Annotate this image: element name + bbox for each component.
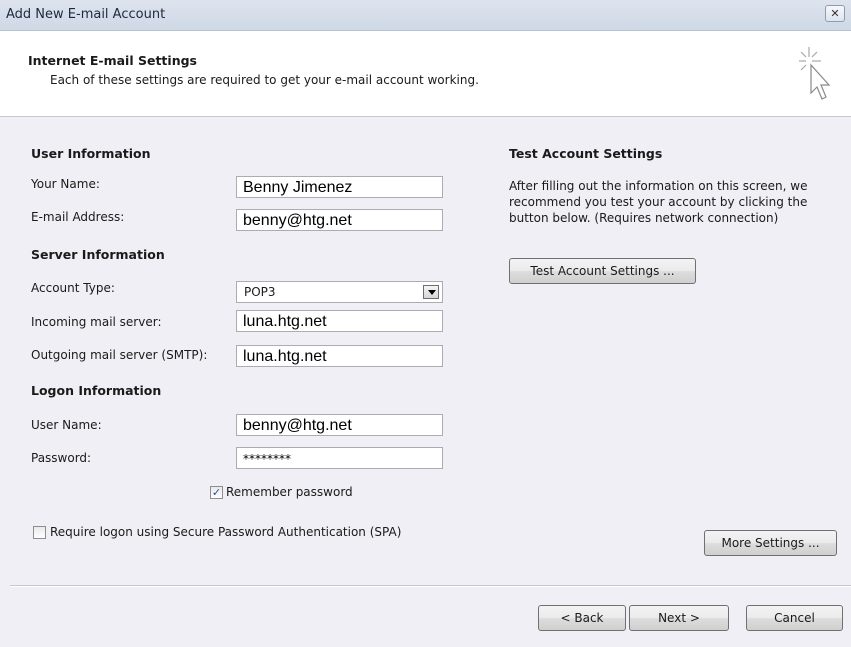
password-field[interactable]: ********: [236, 447, 443, 469]
account-type-select[interactable]: POP3: [236, 281, 443, 303]
incoming-server-field[interactable]: luna.htg.net: [236, 310, 443, 332]
your-name-label: Your Name:: [31, 177, 100, 191]
dropdown-arrow-icon[interactable]: [423, 285, 439, 299]
close-button[interactable]: ✕: [825, 5, 845, 22]
outgoing-server-label: Outgoing mail server (SMTP):: [31, 348, 208, 362]
email-label: E-mail Address:: [31, 210, 125, 224]
footer-divider-highlight: [10, 586, 851, 587]
title-bar: Add New E-mail Account ✕: [0, 0, 851, 31]
next-button[interactable]: Next >: [629, 605, 729, 631]
logon-info-heading: Logon Information: [31, 383, 162, 398]
user-info-heading: User Information: [31, 146, 151, 161]
spa-label: Require logon using Secure Password Auth…: [50, 525, 402, 539]
username-label: User Name:: [31, 418, 102, 432]
remember-password-checkbox[interactable]: ✓: [210, 486, 223, 499]
spa-checkbox[interactable]: [33, 526, 46, 539]
test-settings-heading: Test Account Settings: [509, 146, 663, 161]
email-field[interactable]: benny@htg.net: [236, 209, 443, 231]
back-button[interactable]: < Back: [538, 605, 626, 631]
your-name-field[interactable]: Benny Jimenez: [236, 176, 443, 198]
header-title: Internet E-mail Settings: [28, 53, 197, 68]
cursor-sparkle-icon: [799, 47, 831, 100]
cancel-button[interactable]: Cancel: [746, 605, 843, 631]
header-panel: Internet E-mail Settings Each of these s…: [0, 31, 851, 117]
test-settings-description: After filling out the information on thi…: [509, 179, 808, 225]
test-account-settings-button[interactable]: Test Account Settings ...: [509, 258, 696, 284]
remember-password-label: Remember password: [226, 485, 353, 499]
window-title: Add New E-mail Account: [6, 7, 166, 22]
more-settings-button[interactable]: More Settings ...: [704, 530, 837, 556]
outgoing-server-field[interactable]: luna.htg.net: [236, 345, 443, 367]
account-type-value: POP3: [244, 285, 276, 299]
incoming-server-label: Incoming mail server:: [31, 315, 162, 329]
header-subtitle: Each of these settings are required to g…: [50, 73, 479, 87]
account-type-label: Account Type:: [31, 281, 115, 295]
dialog-window: Add New E-mail Account ✕ Internet E-mail…: [0, 0, 851, 647]
server-info-heading: Server Information: [31, 247, 165, 262]
password-label: Password:: [31, 451, 92, 465]
username-field[interactable]: benny@htg.net: [236, 414, 443, 436]
